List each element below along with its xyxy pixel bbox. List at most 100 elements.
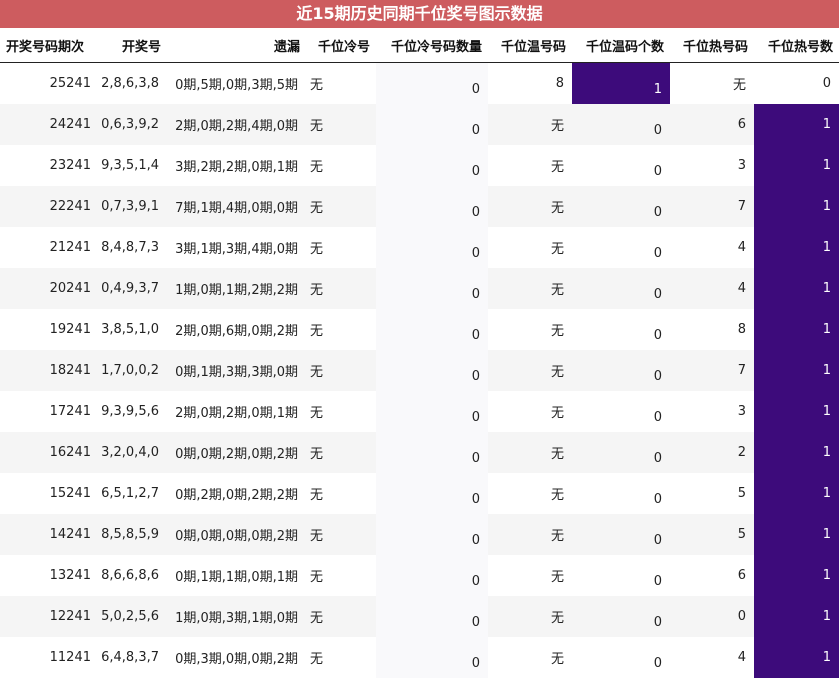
draw-issue-cell: 23241: [0, 145, 99, 186]
warm-number-cell: 无: [488, 309, 572, 350]
draw-issue-cell: 21241: [0, 227, 99, 268]
cold-number-cell: 无: [306, 268, 376, 309]
hot-number-cell: 0: [670, 596, 754, 637]
header-omission: 遗漏: [167, 28, 306, 63]
hot-count-cell: 1: [754, 227, 839, 268]
warm-count-cell: 0: [572, 514, 670, 555]
warm-count-cell: 0: [572, 555, 670, 596]
table-row: 13241 8,6,6,8,6 0期,1期,1期,0期,1期无 0 无 0 6 1: [0, 555, 839, 596]
omission-cell: 7期,1期,4期,0期,0期: [167, 186, 306, 227]
draw-number-cell: 2,8,6,3,8: [99, 62, 167, 104]
warm-number-cell: 无: [488, 555, 572, 596]
warm-number-cell: 无: [488, 186, 572, 227]
draw-issue-cell: 24241: [0, 104, 99, 145]
hot-number-cell: 5: [670, 514, 754, 555]
header-cold-number: 千位冷号: [306, 28, 376, 63]
cold-number-cell: 无: [306, 62, 376, 104]
hot-count-cell: 1: [754, 350, 839, 391]
warm-count-cell: 0: [572, 104, 670, 145]
hot-count-cell: 1: [754, 186, 839, 227]
table-row: 17241 9,3,9,5,6 2期,0期,2期,0期,1期无 0 无 0 3 1: [0, 391, 839, 432]
cold-count-cell: 0: [376, 309, 488, 350]
cold-number-cell: 无: [306, 514, 376, 555]
hot-number-cell: 6: [670, 555, 754, 596]
data-table: 开奖号码期次 开奖号 遗漏 千位冷号 千位冷号码数量 千位温号码 千位温码个数 …: [0, 28, 839, 678]
hot-count-cell: 1: [754, 514, 839, 555]
hot-count-cell: 1: [754, 309, 839, 350]
draw-issue-cell: 16241: [0, 432, 99, 473]
cold-number-cell: 无: [306, 555, 376, 596]
hot-number-cell: 4: [670, 637, 754, 678]
cold-number-cell: 无: [306, 473, 376, 514]
warm-count-cell: 0: [572, 637, 670, 678]
omission-cell: 2期,0期,2期,0期,1期: [167, 391, 306, 432]
omission-cell: 0期,0期,2期,0期,2期: [167, 432, 306, 473]
cold-count-cell: 0: [376, 186, 488, 227]
draw-number-cell: 6,4,8,3,7: [99, 637, 167, 678]
omission-cell: 3期,2期,2期,0期,1期: [167, 145, 306, 186]
cold-count-cell: 0: [376, 473, 488, 514]
cold-number-cell: 无: [306, 596, 376, 637]
omission-cell: 1期,0期,1期,2期,2期: [167, 268, 306, 309]
cold-count-cell: 0: [376, 145, 488, 186]
warm-count-cell: 0: [572, 186, 670, 227]
draw-issue-cell: 22241: [0, 186, 99, 227]
hot-count-cell: 1: [754, 473, 839, 514]
warm-number-cell: 无: [488, 227, 572, 268]
cold-count-cell: 0: [376, 432, 488, 473]
omission-cell: 0期,2期,0期,2期,2期: [167, 473, 306, 514]
cold-number-cell: 无: [306, 350, 376, 391]
warm-count-cell: 0: [572, 227, 670, 268]
draw-number-cell: 1,7,0,0,2: [99, 350, 167, 391]
table-row: 19241 3,8,5,1,0 2期,0期,6期,0期,2期无 0 无 0 8 1: [0, 309, 839, 350]
draw-issue-cell: 20241: [0, 268, 99, 309]
cold-number-cell: 无: [306, 186, 376, 227]
cold-count-cell: 0: [376, 104, 488, 145]
hot-number-cell: 5: [670, 473, 754, 514]
warm-number-cell: 无: [488, 473, 572, 514]
omission-cell: 0期,1期,1期,0期,1期: [167, 555, 306, 596]
draw-number-cell: 8,6,6,8,6: [99, 555, 167, 596]
omission-cell: 0期,0期,0期,0期,2期: [167, 514, 306, 555]
draw-number-cell: 8,5,8,5,9: [99, 514, 167, 555]
hot-number-cell: 无: [670, 62, 754, 104]
table-row: 12241 5,0,2,5,6 1期,0期,3期,1期,0期无 0 无 0 0 1: [0, 596, 839, 637]
draw-issue-cell: 17241: [0, 391, 99, 432]
omission-cell: 0期,3期,0期,0期,2期: [167, 637, 306, 678]
hot-count-cell: 1: [754, 391, 839, 432]
table-row: 24241 0,6,3,9,2 2期,0期,2期,4期,0期无 0 无 0 6 1: [0, 104, 839, 145]
warm-number-cell: 无: [488, 637, 572, 678]
table-row: 16241 3,2,0,4,0 0期,0期,2期,0期,2期无 0 无 0 2 1: [0, 432, 839, 473]
warm-number-cell: 无: [488, 350, 572, 391]
hot-count-cell: 0: [754, 62, 839, 104]
draw-number-cell: 6,5,1,2,7: [99, 473, 167, 514]
table-row: 20241 0,4,9,3,7 1期,0期,1期,2期,2期无 0 无 0 4 1: [0, 268, 839, 309]
cold-count-cell: 0: [376, 514, 488, 555]
warm-count-cell: 0: [572, 596, 670, 637]
draw-issue-cell: 19241: [0, 309, 99, 350]
header-draw-issue: 开奖号码期次: [0, 28, 99, 63]
header-row: 开奖号码期次 开奖号 遗漏 千位冷号 千位冷号码数量 千位温号码 千位温码个数 …: [0, 28, 839, 63]
cold-number-cell: 无: [306, 432, 376, 473]
warm-count-cell: 0: [572, 145, 670, 186]
hot-number-cell: 8: [670, 309, 754, 350]
cold-count-cell: 0: [376, 391, 488, 432]
table-row: 22241 0,7,3,9,1 7期,1期,4期,0期,0期无 0 无 0 7 1: [0, 186, 839, 227]
hot-number-cell: 6: [670, 104, 754, 145]
hot-number-cell: 3: [670, 391, 754, 432]
table-row: 23241 9,3,5,1,4 3期,2期,2期,0期,1期无 0 无 0 3 1: [0, 145, 839, 186]
draw-issue-cell: 15241: [0, 473, 99, 514]
draw-number-cell: 3,2,0,4,0: [99, 432, 167, 473]
hot-number-cell: 4: [670, 268, 754, 309]
cold-number-cell: 无: [306, 145, 376, 186]
omission-cell: 2期,0期,6期,0期,2期: [167, 309, 306, 350]
header-hot-count: 千位热号数: [754, 28, 839, 63]
cold-count-cell: 0: [376, 596, 488, 637]
table-row: 25241 2,8,6,3,8 0期,5期,0期,3期,5期无 0 8 1 无 0: [0, 62, 839, 104]
warm-count-cell: 0: [572, 432, 670, 473]
hot-number-cell: 7: [670, 186, 754, 227]
cold-count-cell: 0: [376, 637, 488, 678]
cold-count-cell: 0: [376, 555, 488, 596]
omission-cell: 2期,0期,2期,4期,0期: [167, 104, 306, 145]
draw-number-cell: 0,7,3,9,1: [99, 186, 167, 227]
